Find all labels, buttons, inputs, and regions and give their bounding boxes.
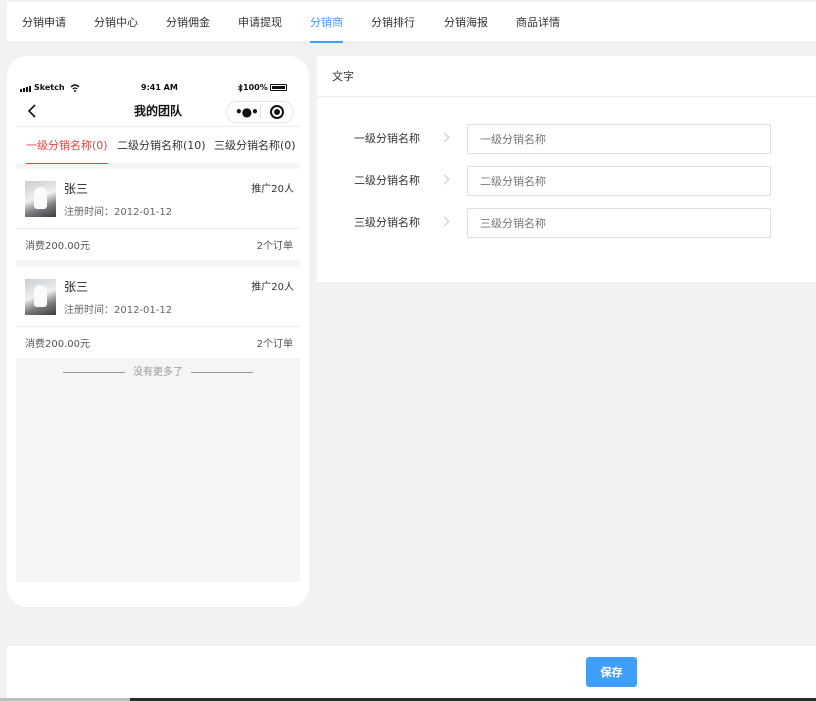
register-label: 注册时间： xyxy=(64,207,114,218)
phone-preview: Sketch 9:41 AM 100% 我的团队 •●• 一级分销名称(0) 二… xyxy=(7,56,309,607)
card-divider xyxy=(16,326,300,327)
field-label: 二级分销名称 xyxy=(354,174,420,187)
level-tab-1[interactable]: 一级分销名称(0) xyxy=(26,127,108,164)
tab-ranking[interactable]: 分销排行 xyxy=(371,2,415,43)
spend-amount: 消费200.00元 xyxy=(25,241,90,252)
panel-title: 文字 xyxy=(317,56,816,97)
card-divider xyxy=(16,228,300,229)
save-button[interactable]: 保存 xyxy=(586,657,637,687)
order-count: 2个订单 xyxy=(256,339,293,350)
divider-line xyxy=(63,371,125,373)
avatar xyxy=(25,181,56,217)
phone-navbar: 我的团队 •●• xyxy=(16,96,300,126)
register-time: 注册时间：2012-01-12 xyxy=(64,203,172,218)
promo-count: 推广20人 xyxy=(251,282,294,293)
spend-amount: 消费200.00元 xyxy=(25,339,90,350)
chevron-right-icon xyxy=(439,174,450,185)
tab-poster[interactable]: 分销海报 xyxy=(444,2,488,43)
level-tab-3[interactable]: 三级分销名称(0) xyxy=(214,127,296,164)
level-1-name-input[interactable] xyxy=(467,124,771,154)
tab-commission[interactable]: 分销佣金 xyxy=(166,2,210,43)
avatar xyxy=(25,279,56,315)
field-label: 三级分销名称 xyxy=(354,216,420,229)
register-label: 注册时间： xyxy=(64,305,114,316)
battery-status: 100% xyxy=(238,83,287,92)
member-card[interactable]: 张三 推广20人 注册时间：2012-01-12 消费200.00元 2个订单 xyxy=(16,169,300,260)
capsule-menu: •●• xyxy=(226,101,294,123)
tab-withdraw[interactable]: 申请提现 xyxy=(238,2,282,43)
field-row-level-3: 三级分销名称 xyxy=(317,208,816,238)
chevron-right-icon xyxy=(439,216,450,227)
level-tab-2[interactable]: 二级分销名称(10) xyxy=(117,127,206,164)
more-dots-icon[interactable]: •●• xyxy=(235,102,259,122)
signal-icon xyxy=(20,83,32,92)
promo-count: 推广20人 xyxy=(251,184,294,195)
register-date: 2012-01-12 xyxy=(114,305,173,316)
no-more-text: 没有更多了 xyxy=(133,367,183,378)
settings-panel: 文字 一级分销名称 二级分销名称 三级分销名称 xyxy=(317,56,816,282)
field-row-level-1: 一级分销名称 xyxy=(317,124,816,154)
divider-line xyxy=(191,371,253,373)
member-name: 张三 xyxy=(64,280,89,294)
level-3-name-input[interactable] xyxy=(467,208,771,238)
field-label: 一级分销名称 xyxy=(354,132,420,145)
wifi-icon xyxy=(70,83,80,92)
register-time: 注册时间：2012-01-12 xyxy=(64,301,172,316)
member-name: 张三 xyxy=(64,182,89,196)
footer-bar: 保存 xyxy=(7,646,816,698)
register-date: 2012-01-12 xyxy=(114,207,173,218)
status-time: 9:41 AM xyxy=(141,83,178,92)
capsule-divider xyxy=(260,106,261,118)
order-count: 2个订单 xyxy=(256,241,293,252)
level-2-name-input[interactable] xyxy=(467,166,771,196)
field-row-level-2: 二级分销名称 xyxy=(317,166,816,196)
phone-screen: Sketch 9:41 AM 100% 我的团队 •●• 一级分销名称(0) 二… xyxy=(16,80,300,582)
record-target-icon[interactable] xyxy=(270,105,284,119)
no-more-footer: 没有更多了 xyxy=(16,363,300,378)
tab-center[interactable]: 分销中心 xyxy=(94,2,138,43)
level-tabs: 一级分销名称(0) 二级分销名称(10) 三级分销名称(0) xyxy=(16,126,300,164)
carrier: Sketch xyxy=(20,83,80,92)
top-tab-bar: 分销申请 分销中心 分销佣金 申请提现 分销商 分销排行 分销海报 商品详情 xyxy=(7,2,816,43)
member-card[interactable]: 张三 推广20人 注册时间：2012-01-12 消费200.00元 2个订单 xyxy=(16,267,300,358)
tab-distributor[interactable]: 分销商 xyxy=(310,2,343,43)
status-bar: Sketch 9:41 AM 100% xyxy=(16,80,300,96)
chevron-right-icon xyxy=(439,132,450,143)
battery-icon xyxy=(269,84,287,91)
tab-product-detail[interactable]: 商品详情 xyxy=(516,2,560,43)
tab-apply[interactable]: 分销申请 xyxy=(22,2,66,43)
